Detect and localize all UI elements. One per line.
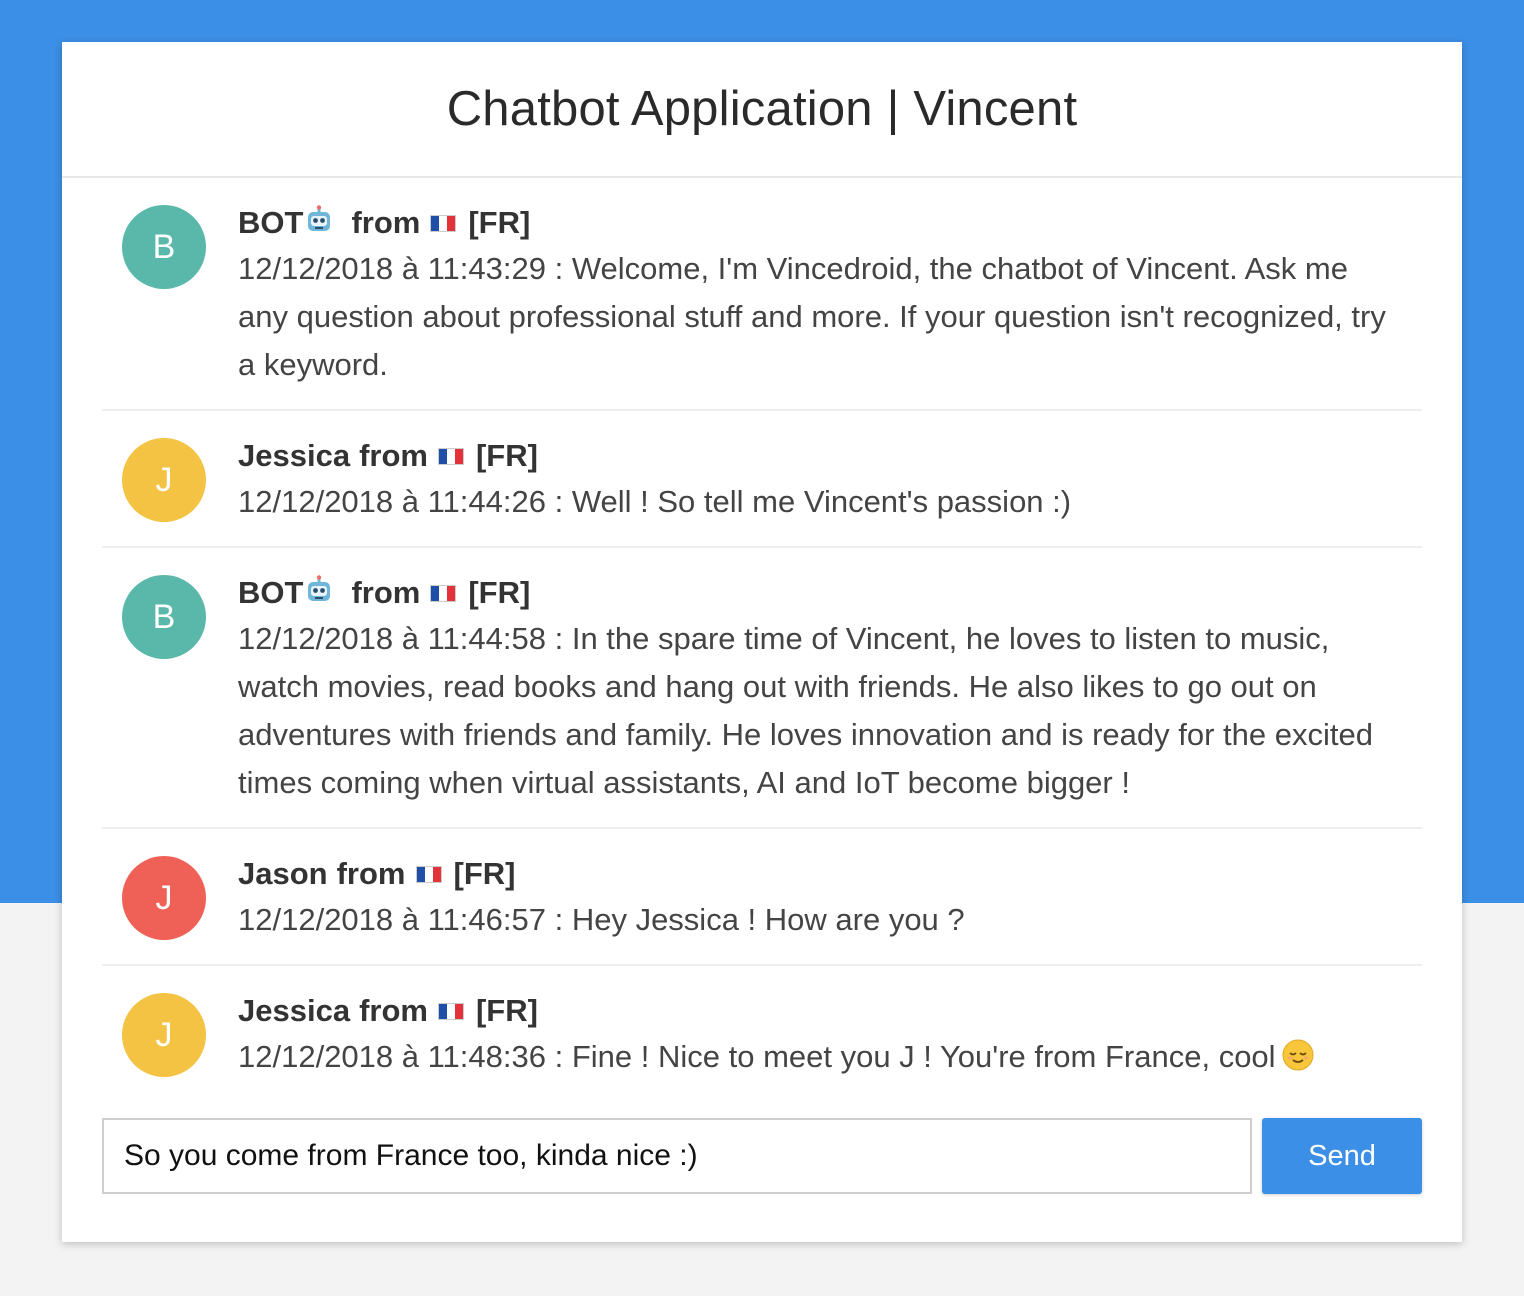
france-flag-icon: [437, 447, 464, 465]
message-body: BOT from [FR] 12/12/2018 à 11:44:58 : In…: [238, 571, 1422, 827]
country-code: [FR]: [453, 856, 516, 891]
avatar: J: [122, 993, 206, 1077]
france-flag-icon: [415, 865, 442, 883]
france-flag-icon: [430, 584, 457, 602]
avatar: J: [122, 438, 206, 522]
country-code: [FR]: [475, 438, 538, 473]
message-header: Jason from [FR]: [238, 852, 1392, 896]
message-input[interactable]: [102, 1118, 1252, 1194]
message-text-content: 12/12/2018 à 11:48:36 : Fine ! Nice to m…: [238, 1039, 1276, 1074]
page-title: Chatbot Application | Vincent: [446, 82, 1078, 136]
avatar: B: [122, 205, 206, 289]
message-body: Jessica from [FR] 12/12/2018 à 11:44:26 …: [238, 434, 1422, 546]
message-composer: Send: [102, 1118, 1422, 1194]
message-item: J Jessica from [FR] 12/12/2018 à 11:48:3…: [102, 966, 1422, 1101]
message-item: J Jason from [FR] 12/12/2018 à 11:46:57 …: [102, 829, 1422, 966]
from-label: from: [351, 575, 421, 610]
robot-icon: [308, 575, 331, 601]
from-label: from: [359, 993, 428, 1028]
country-code: [FR]: [475, 993, 538, 1028]
from-label: from: [336, 856, 406, 891]
chat-header: Chatbot Application | Vincent: [62, 42, 1462, 178]
robot-icon: [308, 205, 331, 231]
avatar: J: [122, 856, 206, 940]
message-header: Jessica from [FR]: [238, 434, 1392, 478]
message-body: Jessica from [FR] 12/12/2018 à 11:48:36 …: [238, 989, 1422, 1101]
sender-name: BOT: [238, 205, 304, 240]
sender-name: BOT: [238, 575, 304, 610]
message-body: Jason from [FR] 12/12/2018 à 11:46:57 : …: [238, 852, 1422, 964]
message-header: BOT from [FR]: [238, 571, 1392, 615]
relieved-face-emoji-icon: [1282, 1039, 1314, 1071]
from-label: from: [359, 438, 428, 473]
sender-name: Jessica: [238, 993, 351, 1028]
send-button[interactable]: Send: [1262, 1118, 1422, 1194]
message-text: 12/12/2018 à 11:44:58 : In the spare tim…: [238, 621, 1373, 800]
message-text: 12/12/2018 à 11:44:26 : Well ! So tell m…: [238, 484, 1072, 519]
message-list[interactable]: B BOT from [FR] 12/12/2018 à 11:43:29: …: [62, 178, 1462, 1101]
sender-name: Jason: [238, 856, 328, 891]
france-flag-icon: [430, 214, 457, 232]
chat-window: Chatbot Application | Vincent B BOT from…: [62, 42, 1462, 1242]
message-item: J Jessica from [FR] 12/12/2018 à 11:44:2…: [102, 411, 1422, 548]
country-code: [FR]: [468, 575, 531, 610]
sender-name: Jessica: [238, 438, 351, 473]
message-item: B BOT from [FR]: [102, 178, 1422, 411]
message-header: Jessica from [FR]: [238, 989, 1392, 1033]
country-code: [FR]: [468, 205, 531, 240]
message-text: 12/12/2018 à 11:43:29 : Welcome, I'm Vin…: [238, 251, 1386, 382]
message-text: 12/12/2018 à 11:48:36 : Fine ! Nice to m…: [238, 1033, 1392, 1101]
message-header: BOT from [FR]: [238, 201, 1392, 245]
message-text: 12/12/2018 à 11:46:57 : Hey Jessica ! Ho…: [238, 902, 965, 937]
avatar: B: [122, 575, 206, 659]
message-item: B BOT from [FR]: [102, 548, 1422, 829]
from-label: from: [351, 205, 421, 240]
message-body: BOT from [FR] 12/12/2018 à 11:43:29 : We…: [238, 201, 1422, 409]
france-flag-icon: [437, 1002, 464, 1020]
